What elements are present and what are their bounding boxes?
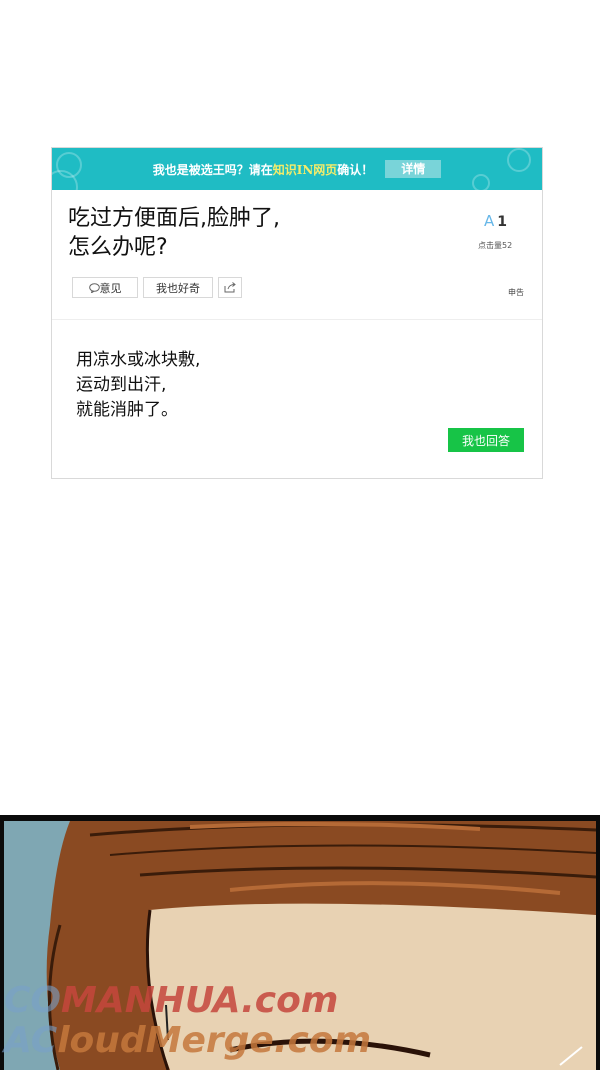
question-line: 怎么办呢? — [68, 235, 168, 260]
details-button[interactable]: 详情 — [385, 160, 442, 178]
answer-count-value: 1 — [497, 214, 508, 230]
answer-line: 运动到出汗, — [76, 375, 167, 395]
question-title: 吃过方便面后,脸肿了, 怎么办呢? — [68, 204, 368, 262]
report-link[interactable]: 申告 — [508, 287, 524, 298]
opinion-label: 意见 — [99, 281, 122, 295]
answer-count: A1 — [484, 212, 507, 230]
selection-banner: 我也是被选王吗？请在知识IN网页确认！ 详情 — [52, 148, 542, 190]
banner-text: 我也是被选王吗？请在知识IN网页确认！ — [153, 161, 374, 178]
curious-button[interactable]: 我也好奇 — [143, 277, 213, 298]
watermark-text: MANHUA.com — [61, 980, 339, 1021]
comment-icon — [88, 282, 100, 293]
question-card: 我也是被选王吗？请在知识IN网页确认！ 详情 吃过方便面后,脸肿了, 怎么办呢?… — [51, 147, 543, 479]
answer-text: 用凉水或冰块敷, 运动到出汗, 就能消肿了。 — [76, 348, 200, 423]
action-row: 意见 我也好奇 — [72, 277, 242, 298]
click-count: 点击量52 — [478, 241, 513, 250]
banner-text-before: 我也是被选王吗？请在 — [152, 162, 273, 177]
watermark-prefix: AC — [4, 1020, 58, 1061]
watermark: COMANHUA.com ACloudMerge.com — [4, 980, 404, 1070]
watermark-text: loudMerge.com — [57, 1020, 372, 1061]
bubble-decoration — [507, 148, 531, 172]
share-button[interactable] — [218, 277, 242, 298]
divider — [52, 319, 542, 320]
reply-button[interactable]: 我也回答 — [448, 428, 524, 452]
watermark-line: ACloudMerge.com — [4, 1020, 371, 1061]
answer-icon: A — [484, 212, 495, 230]
bubble-decoration — [472, 174, 490, 190]
watermark-line: COMANHUA.com — [4, 980, 338, 1021]
watermark-prefix: CO — [4, 980, 62, 1021]
answer-line: 就能消肿了。 — [76, 400, 178, 420]
answer-line: 用凉水或冰块敷, — [76, 350, 201, 370]
banner-text-after: 确认！ — [337, 162, 374, 177]
share-icon — [224, 282, 236, 293]
banner-highlight: 知识IN网页 — [272, 162, 338, 177]
question-line: 吃过方便面后,脸肿了, — [68, 206, 280, 231]
opinion-button[interactable]: 意见 — [72, 277, 138, 298]
